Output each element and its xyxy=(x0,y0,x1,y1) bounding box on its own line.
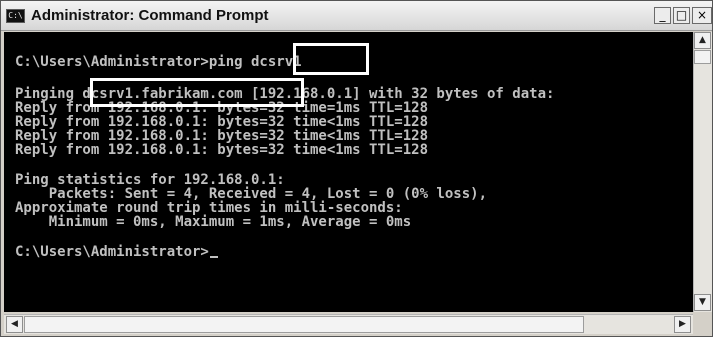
round-trip-times-line: Minimum = 0ms, Maximum = 1ms, Average = … xyxy=(15,214,412,230)
command-line: C:\Users\Administrator>ping dcsrv1 xyxy=(15,54,302,70)
packets-line: Packets: Sent = 4, Received = 4, Lost = … xyxy=(15,186,488,202)
reply-line: Reply from 192.168.0.1: bytes=32 time<1m… xyxy=(15,114,429,130)
reply-line: Reply from 192.168.0.1: bytes=32 time<1m… xyxy=(15,128,429,144)
scroll-right-arrow-icon[interactable]: ▶ xyxy=(674,316,691,333)
statistics-header-line: Ping statistics for 192.168.0.1: xyxy=(15,172,285,188)
reply-line: Reply from 192.168.0.1: bytes=32 time<1m… xyxy=(15,142,429,158)
window-title: Administrator: Command Prompt xyxy=(31,7,269,24)
title-bar[interactable]: C:\ Administrator: Command Prompt _ □ × xyxy=(1,1,712,31)
scroll-left-arrow-icon[interactable]: ◀ xyxy=(6,316,23,333)
minimize-button[interactable]: _ xyxy=(654,7,671,24)
command-prompt-window: C:\ Administrator: Command Prompt _ □ × … xyxy=(0,0,713,337)
round-trip-header-line: Approximate round trip times in milli-se… xyxy=(15,200,403,216)
console-output[interactable]: C:\Users\Administrator>ping dcsrv1 Pingi… xyxy=(4,32,693,312)
horizontal-scrollbar[interactable]: ◀ ▶ xyxy=(4,314,693,334)
prompt-text: C:\Users\Administrator> xyxy=(15,244,209,260)
horizontal-scroll-thumb[interactable] xyxy=(24,316,584,333)
prompt-line: C:\Users\Administrator> xyxy=(15,245,218,259)
text-cursor xyxy=(209,256,218,258)
hostname-highlight-box xyxy=(293,43,369,75)
command-prompt-icon: C:\ xyxy=(6,9,25,23)
close-button[interactable]: × xyxy=(692,7,712,24)
vertical-scrollbar[interactable]: ▲ ▼ xyxy=(693,32,712,312)
maximize-button[interactable]: □ xyxy=(673,7,690,24)
vertical-scroll-thumb[interactable] xyxy=(694,50,711,64)
scroll-down-arrow-icon[interactable]: ▼ xyxy=(694,294,711,311)
scroll-up-arrow-icon[interactable]: ▲ xyxy=(694,32,711,49)
fqdn-highlight-box xyxy=(90,78,304,107)
scrollbar-corner xyxy=(693,314,712,334)
